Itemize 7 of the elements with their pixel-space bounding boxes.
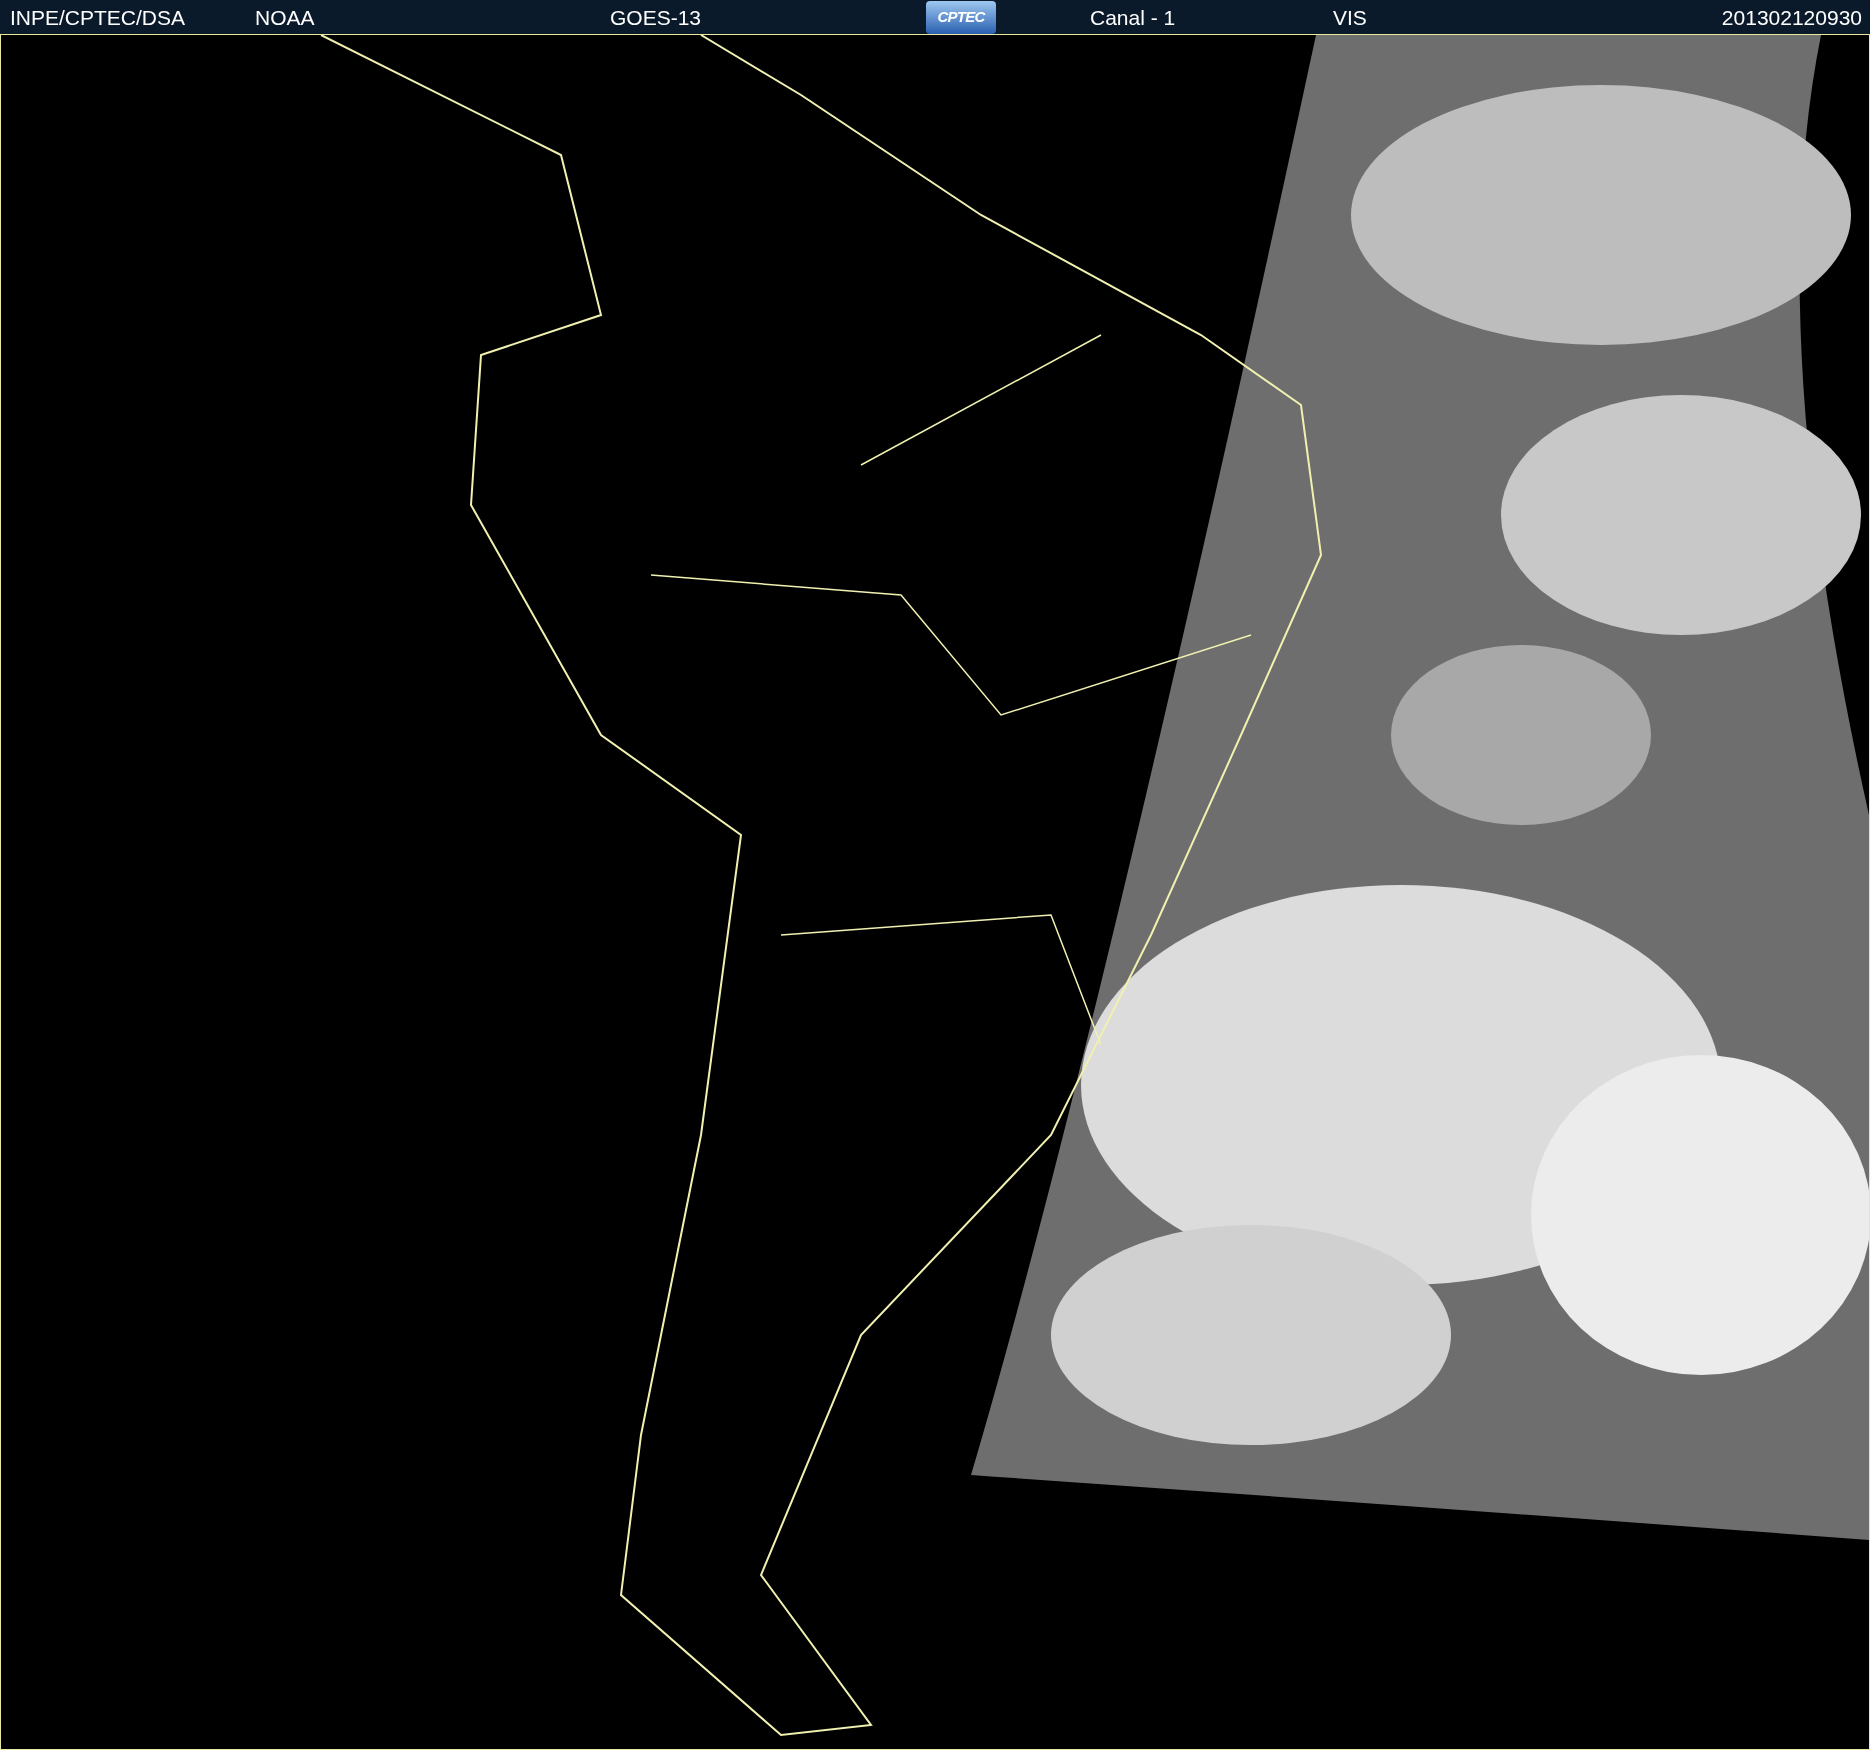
header-label: GOES-13 (610, 6, 702, 28)
header-label: NOAA (255, 6, 315, 28)
logo: CPTEC (926, 0, 996, 34)
header-label: VIS (1333, 6, 1367, 28)
header-label: INPE/CPTEC/DSA (10, 6, 186, 28)
header-label: 201302120930 (1721, 6, 1862, 28)
header-label: Canal - 1 (1090, 6, 1176, 28)
